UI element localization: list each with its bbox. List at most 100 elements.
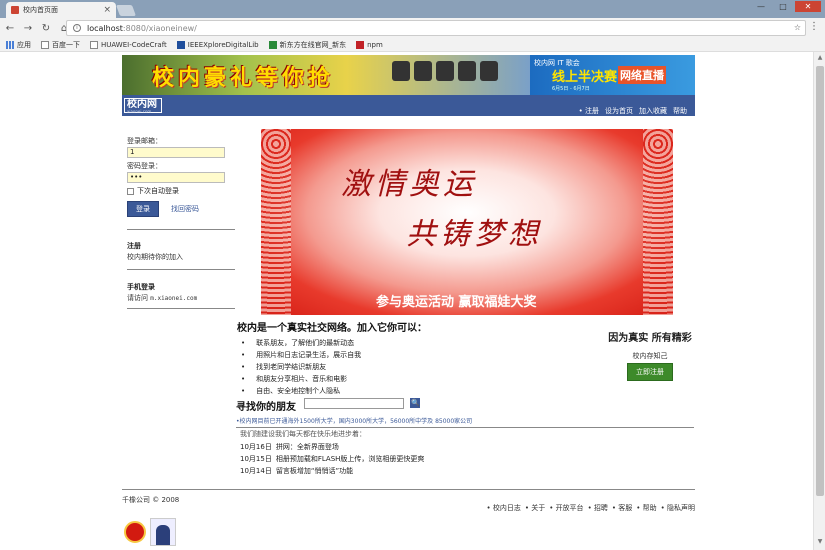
footer-nav: 校内日志 关于 开放平台 招聘 客服 帮助 隐私声明 xyxy=(486,503,695,513)
email-field[interactable]: 1 xyxy=(127,147,225,158)
page-icon xyxy=(90,40,98,49)
friend-search-input[interactable] xyxy=(304,398,405,409)
tab-close-icon[interactable]: × xyxy=(103,5,111,15)
footer-link[interactable]: 客服 xyxy=(612,503,632,513)
page-scrollbar[interactable]: ▲ ▼ xyxy=(813,52,825,550)
login-button[interactable]: 登录 xyxy=(127,201,159,217)
page-icon xyxy=(41,40,49,49)
remember-checkbox[interactable] xyxy=(127,187,134,195)
news-item[interactable]: 10月14日 留言板增加“悄悄话”功能 xyxy=(240,465,540,477)
page-content: 校内豪礼等你抢 校内网 IT 歌会 线上半决赛 网络直播 6月5日 - 6月7日… xyxy=(0,52,813,550)
feature-item: 联系朋友，了解他们的最新动态 xyxy=(241,337,537,349)
hero-line2: 共铸梦想 xyxy=(406,217,542,252)
find-friends-title: 寻找你的朋友 xyxy=(236,402,296,413)
address-url: localhost:8080/xiaoneinew/ xyxy=(87,23,197,33)
mobile-login-title: 手机登录 xyxy=(127,283,155,291)
feature-item: 和朋友分享相片、音乐和电影 xyxy=(241,373,537,385)
site-header: 校内网 xiaonei.com • 注册 设为首页 加入收藏 帮助 xyxy=(122,95,695,116)
email-label: 登录邮箱： xyxy=(127,137,162,145)
forgot-password-link[interactable]: 找回密码 xyxy=(171,204,199,214)
bookmark-baidu[interactable]: 百度一下 xyxy=(41,40,80,50)
police-badge-icon[interactable] xyxy=(150,518,176,546)
ad-right-main: 线上半决赛 xyxy=(552,70,618,85)
back-icon[interactable]: ← xyxy=(2,23,18,34)
nav-set-homepage[interactable]: 设为首页 xyxy=(605,106,633,116)
register-title[interactable]: 注册 xyxy=(127,241,237,251)
news-item[interactable]: 10月15日 相册预加载和FLASH版上传，浏览相册更快更爽 xyxy=(240,453,540,465)
divider xyxy=(236,427,694,428)
search-icon[interactable]: 🔍 xyxy=(410,398,421,408)
nav-register[interactable]: • 注册 xyxy=(579,106,599,116)
browser-tab[interactable]: 校内首页面 × xyxy=(6,2,116,18)
favicon-icon xyxy=(11,6,19,14)
icp-emblem-icon[interactable] xyxy=(122,518,148,546)
ieee-icon xyxy=(176,40,185,49)
bookmark-star-icon[interactable]: ☆ xyxy=(794,23,801,32)
bookmark-apps[interactable]: 应用 xyxy=(6,40,31,50)
swirl-pattern-right xyxy=(643,129,673,315)
network-stats: •校内网目前已开通海外1500所大学，国内3000所大学，56000所中学及 8… xyxy=(236,418,473,425)
ad-right-tag: 网络直播 xyxy=(618,66,666,84)
feature-item: 用照片和日志记录生活，展示自我 xyxy=(241,349,537,361)
register-cta: 因为真实 所有精彩 校内存知己 立即注册 xyxy=(600,329,700,381)
npm-icon xyxy=(356,40,365,49)
scroll-down-icon[interactable]: ▼ xyxy=(814,538,825,548)
scrollbar-thumb[interactable] xyxy=(816,66,824,496)
footer-link[interactable]: 关于 xyxy=(525,503,545,513)
intro-title: 校内是一个真实社交网络。加入它你可以： xyxy=(237,323,427,334)
footer-divider xyxy=(122,489,695,490)
bookmarks-bar: 应用 百度一下 HUAWEI-CodeCraft IEEEXploreDigit… xyxy=(0,38,825,52)
news-section: 我们随建设我们每天都在快乐地进步着： 10月16日 拼网：全新界面登场 10月15… xyxy=(240,429,540,477)
divider xyxy=(127,229,235,230)
register-now-button[interactable]: 立即注册 xyxy=(627,363,673,381)
nav-help[interactable]: 帮助 xyxy=(673,106,687,116)
olympic-hero-banner[interactable]: 激情奥运 共铸梦想 参与奥运活动 赢取福娃大奖 xyxy=(261,129,673,315)
bookmark-ieee[interactable]: IEEEXploreDigitalLib xyxy=(176,40,259,49)
browser-tab-strip: 校内首页面 × — □ ✕ xyxy=(0,0,825,18)
apps-icon xyxy=(6,40,14,49)
forward-icon[interactable]: → xyxy=(20,23,36,34)
certification-badges xyxy=(122,518,176,546)
divider xyxy=(127,308,235,309)
browser-menu-icon[interactable]: ⋮ xyxy=(809,21,819,32)
site-info-icon[interactable]: i xyxy=(73,24,81,32)
maximize-button[interactable]: □ xyxy=(773,1,793,12)
bookmark-xdf[interactable]: 新东方在线官网_新东 xyxy=(268,40,346,50)
cta-subtitle: 校内存知己 xyxy=(632,352,668,360)
feature-list: 联系朋友，了解他们的最新动态 用照片和日志记录生活，展示自我 找到老同学结识新朋… xyxy=(241,337,537,397)
footer-link[interactable]: 校内日志 xyxy=(486,503,521,513)
new-tab-button[interactable] xyxy=(115,5,137,16)
mobile-domain-link[interactable]: m.xiaonei.com xyxy=(150,295,197,302)
footer-link[interactable]: 帮助 xyxy=(636,503,657,513)
xdf-icon xyxy=(268,40,277,49)
nav-add-favorite[interactable]: 加入收藏 xyxy=(639,106,667,116)
footer-link[interactable]: 隐私声明 xyxy=(661,503,695,513)
minimize-button[interactable]: — xyxy=(751,1,771,12)
mobile-login-text: 请访问 m.xiaonei.com xyxy=(127,294,198,302)
password-label: 密码登录： xyxy=(127,162,162,170)
reload-icon[interactable]: ↻ xyxy=(38,23,54,34)
ad-banner[interactable]: 校内豪礼等你抢 校内网 IT 歌会 线上半决赛 网络直播 6月5日 - 6月7日 xyxy=(122,55,695,95)
bookmark-npm[interactable]: npm xyxy=(356,40,383,49)
ad-promo-left[interactable]: 校内豪礼等你抢 xyxy=(122,55,530,95)
cta-title: 因为真实 所有精彩 xyxy=(608,333,692,344)
ad-promo-right[interactable]: 校内网 IT 歌会 线上半决赛 网络直播 6月5日 - 6月7日 xyxy=(530,55,695,95)
bookmark-huawei[interactable]: HUAWEI-CodeCraft xyxy=(90,40,167,49)
news-intro: 我们随建设我们每天都在快乐地进步着： xyxy=(240,430,366,438)
intro-section: 校内是一个真实社交网络。加入它你可以： 联系朋友，了解他们的最新动态 用照片和日… xyxy=(237,319,537,397)
close-window-button[interactable]: ✕ xyxy=(795,1,821,12)
ad-slogan: 校内豪礼等你抢 xyxy=(152,65,335,91)
scroll-up-icon[interactable]: ▲ xyxy=(814,54,825,64)
footer-link[interactable]: 开放平台 xyxy=(549,503,584,513)
remember-me[interactable]: 下次自动登录 xyxy=(127,186,237,196)
footer-link[interactable]: 招聘 xyxy=(588,503,608,513)
hero-line3: 参与奥运活动 赢取福娃大奖 xyxy=(376,295,537,310)
mobile-login-section: 手机登录 请访问 m.xiaonei.com xyxy=(127,282,237,303)
site-logo[interactable]: 校内网 xiaonei.com xyxy=(124,98,162,114)
top-nav: • 注册 设为首页 加入收藏 帮助 xyxy=(579,106,687,116)
password-field[interactable]: ••• xyxy=(127,172,225,183)
hero-line1: 激情奥运 xyxy=(341,167,477,202)
login-form: 登录邮箱： 1 密码登录： ••• 下次自动登录 登录 找回密码 xyxy=(127,136,237,217)
address-bar[interactable]: i localhost:8080/xiaoneinew/ ☆ xyxy=(66,20,806,36)
news-item[interactable]: 10月16日 拼网：全新界面登场 xyxy=(240,441,540,453)
